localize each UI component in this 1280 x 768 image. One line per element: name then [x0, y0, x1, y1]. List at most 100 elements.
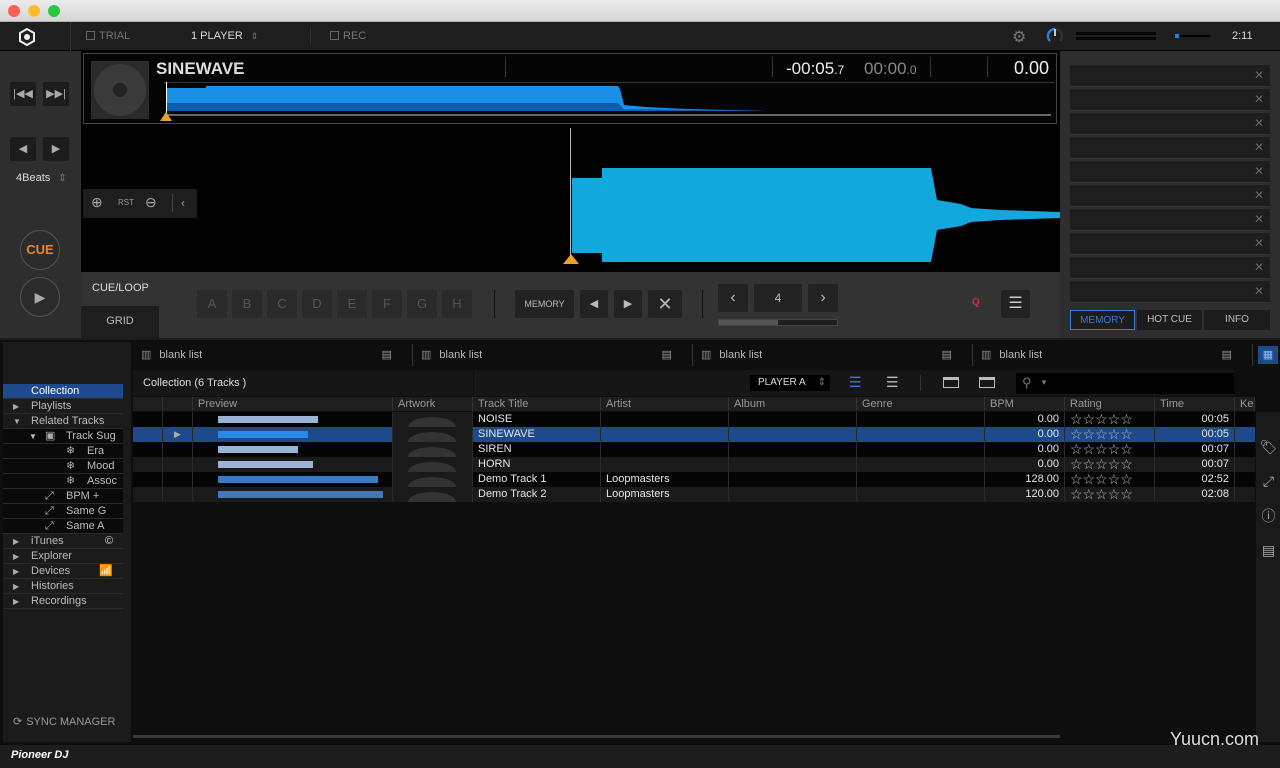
track-next-button[interactable]: ▶▶|: [43, 82, 69, 106]
layout-2-icon[interactable]: [979, 377, 995, 388]
list-tab-1[interactable]: ▥ blank list ▤: [135, 344, 413, 366]
rekordbox-logo-icon[interactable]: [18, 27, 36, 47]
delete-cue-icon[interactable]: ✕: [1254, 260, 1264, 274]
beat-jump-select[interactable]: 4Beats ⇕: [16, 172, 67, 184]
hot-cue-g[interactable]: G: [407, 290, 437, 318]
player-mode-select[interactable]: 1 PLAYER ⇕: [191, 30, 258, 42]
tree-item-explorer[interactable]: ▶ Explorer: [3, 549, 123, 564]
memory-cue-slot[interactable]: ✕: [1070, 257, 1270, 279]
memory-cue-slot[interactable]: ✕: [1070, 161, 1270, 183]
overview-waveform[interactable]: [166, 83, 1056, 119]
tab-hot-cue[interactable]: HOT CUE: [1137, 310, 1202, 330]
track-row[interactable]: SIREN 0.00 ☆☆☆☆☆ 00:07: [133, 442, 1255, 457]
track-previous-button[interactable]: |◀◀: [10, 82, 36, 106]
tree-item-era[interactable]: ❄ Era: [3, 444, 123, 459]
memory-cue-slot[interactable]: ✕: [1070, 137, 1270, 159]
search-input[interactable]: ⚲ ▼: [1016, 373, 1234, 394]
column-header-num[interactable]: [133, 397, 163, 411]
delete-cue-icon[interactable]: ✕: [1254, 164, 1264, 178]
delete-cue-icon[interactable]: ✕: [1254, 284, 1264, 298]
beat-jump-back-button[interactable]: ◀: [10, 137, 36, 161]
loop-halve-button[interactable]: ‹: [718, 284, 748, 312]
column-header-rating[interactable]: Rating: [1065, 397, 1155, 411]
player-select[interactable]: PLAYER A ⇕: [750, 375, 830, 391]
tree-item-recordings[interactable]: ▶ Recordings: [3, 594, 123, 609]
play-button[interactable]: ▶: [20, 277, 60, 317]
tag-icon[interactable]: 🏷: [1257, 432, 1280, 462]
column-header-preview[interactable]: Preview: [193, 397, 393, 411]
cue-button[interactable]: CUE: [20, 230, 60, 270]
list-tab-4[interactable]: ▥ blank list ▤: [975, 344, 1253, 366]
tree-item-mood[interactable]: ❄ Mood: [3, 459, 123, 474]
column-header-album[interactable]: Album: [729, 397, 857, 411]
headphone-slider[interactable]: [1174, 34, 1210, 38]
tree-item-playlists[interactable]: ▶ Playlists: [3, 399, 123, 414]
track-row[interactable]: Demo Track 1 Loopmasters 128.00 ☆☆☆☆☆ 02:52: [133, 472, 1255, 487]
zoom-reset-button[interactable]: RST: [118, 198, 134, 207]
hot-cue-c[interactable]: C: [267, 290, 297, 318]
memory-next-button[interactable]: ▶: [614, 290, 642, 318]
trial-checkbox[interactable]: TRIAL: [86, 30, 130, 42]
hot-cue-f[interactable]: F: [372, 290, 402, 318]
zoom-in-icon[interactable]: ⊕: [91, 194, 103, 211]
delete-cue-icon[interactable]: ✕: [1254, 92, 1264, 106]
list-view-detailed-icon[interactable]: ☰: [849, 374, 862, 391]
zoom-window-button[interactable]: [48, 5, 60, 17]
tab-grid[interactable]: GRID: [81, 306, 159, 338]
split-view-icon[interactable]: ▦: [1258, 346, 1278, 364]
tree-item-itunes[interactable]: ▶ iTunes ©: [3, 534, 123, 549]
memory-cue-slot[interactable]: ✕: [1070, 89, 1270, 111]
rec-checkbox[interactable]: REC: [330, 30, 366, 42]
collapse-chevron-icon[interactable]: ‹: [181, 196, 185, 210]
gear-icon[interactable]: ⚙: [1012, 27, 1026, 47]
memory-delete-button[interactable]: ✕: [648, 290, 682, 318]
memory-cue-slot[interactable]: ✕: [1070, 113, 1270, 135]
column-header-artwork[interactable]: Artwork: [393, 397, 473, 411]
memory-cue-slot[interactable]: ✕: [1070, 209, 1270, 231]
zoom-waveform[interactable]: [571, 128, 1060, 272]
memory-button[interactable]: MEMORY: [515, 290, 574, 318]
delete-cue-icon[interactable]: ✕: [1254, 68, 1264, 82]
horizontal-scrollbar[interactable]: [133, 735, 1060, 738]
track-row[interactable]: NOISE 0.00 ☆☆☆☆☆ 00:05: [133, 412, 1255, 427]
related-tracks-icon[interactable]: ⤢: [1257, 466, 1280, 496]
hot-cue-e[interactable]: E: [337, 290, 367, 318]
delete-cue-icon[interactable]: ✕: [1254, 212, 1264, 226]
memory-cue-slot[interactable]: ✕: [1070, 281, 1270, 303]
track-row[interactable]: Demo Track 2 Loopmasters 120.00 ☆☆☆☆☆ 02:08: [133, 487, 1255, 502]
column-header-genre[interactable]: Genre: [857, 397, 985, 411]
tree-item-collection[interactable]: Collection: [3, 384, 123, 399]
tab-memory[interactable]: MEMORY: [1070, 310, 1135, 330]
close-window-button[interactable]: [8, 5, 20, 17]
tree-item-assoc[interactable]: ❄ Assoc: [3, 474, 123, 489]
track-row[interactable]: ▶ SINEWAVE 0.00 ☆☆☆☆☆ 00:05: [133, 427, 1255, 442]
tree-item-track-sug[interactable]: ▼ ▣ Track Sug: [3, 429, 123, 444]
layout-1-icon[interactable]: [943, 377, 959, 388]
hot-cue-b[interactable]: B: [232, 290, 262, 318]
track-row[interactable]: HORN 0.00 ☆☆☆☆☆ 00:07: [133, 457, 1255, 472]
delete-cue-icon[interactable]: ✕: [1254, 188, 1264, 202]
minimize-window-button[interactable]: [28, 5, 40, 17]
delete-cue-icon[interactable]: ✕: [1254, 236, 1264, 250]
hot-cue-d[interactable]: D: [302, 290, 332, 318]
memory-cue-slot[interactable]: ✕: [1070, 65, 1270, 87]
tree-item-histories[interactable]: ▶ Histories: [3, 579, 123, 594]
column-header-bpm[interactable]: BPM: [985, 397, 1065, 411]
column-header-artist[interactable]: Artist: [601, 397, 729, 411]
column-header-track-title[interactable]: Track Title: [473, 397, 601, 411]
list-tab-2[interactable]: ▥ blank list ▤: [415, 344, 693, 366]
loop-double-button[interactable]: ›: [808, 284, 838, 312]
quantize-button[interactable]: Q: [972, 297, 980, 308]
list-panel-icon[interactable]: ▤: [1257, 535, 1280, 565]
beat-jump-forward-button[interactable]: ▶: [43, 137, 69, 161]
column-header-time[interactable]: Time: [1155, 397, 1235, 411]
hot-cue-h[interactable]: H: [442, 290, 472, 318]
column-header-state[interactable]: [163, 397, 193, 411]
hot-cue-a[interactable]: A: [197, 290, 227, 318]
sync-manager-button[interactable]: ⟳ SYNC MANAGER: [13, 715, 115, 728]
delete-cue-icon[interactable]: ✕: [1254, 116, 1264, 130]
delete-cue-icon[interactable]: ✕: [1254, 140, 1264, 154]
zoom-out-icon[interactable]: ⊖: [145, 194, 157, 211]
tab-cue-loop[interactable]: CUE/LOOP: [81, 272, 159, 304]
memory-cue-slot[interactable]: ✕: [1070, 185, 1270, 207]
